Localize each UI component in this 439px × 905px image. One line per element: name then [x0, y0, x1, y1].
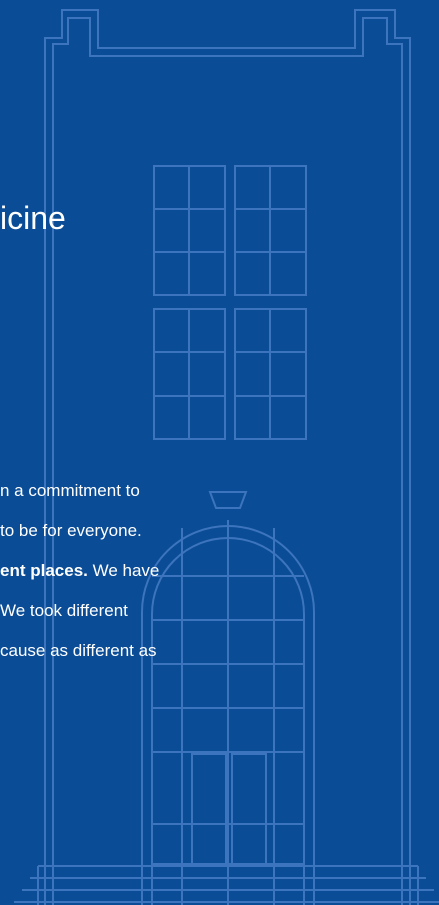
front-steps: [14, 865, 439, 905]
paragraph-line: ent places. We have: [0, 558, 439, 598]
intro-paragraph: n a commitment to to be for everyone. en…: [0, 478, 439, 678]
page: icine n a commitment to to be for everyo…: [0, 0, 439, 905]
building-line-art: [14, 9, 439, 905]
paragraph-line: We took different: [0, 601, 128, 620]
paragraph-line-rest: We have: [87, 561, 160, 580]
paragraph-line: n a commitment to: [0, 481, 140, 500]
page-heading: icine: [0, 200, 66, 236]
paragraph-line: cause as different as: [0, 641, 157, 660]
emphasis-text: ent places.: [0, 561, 88, 580]
paragraph-line: to be for everyone.: [0, 521, 142, 540]
